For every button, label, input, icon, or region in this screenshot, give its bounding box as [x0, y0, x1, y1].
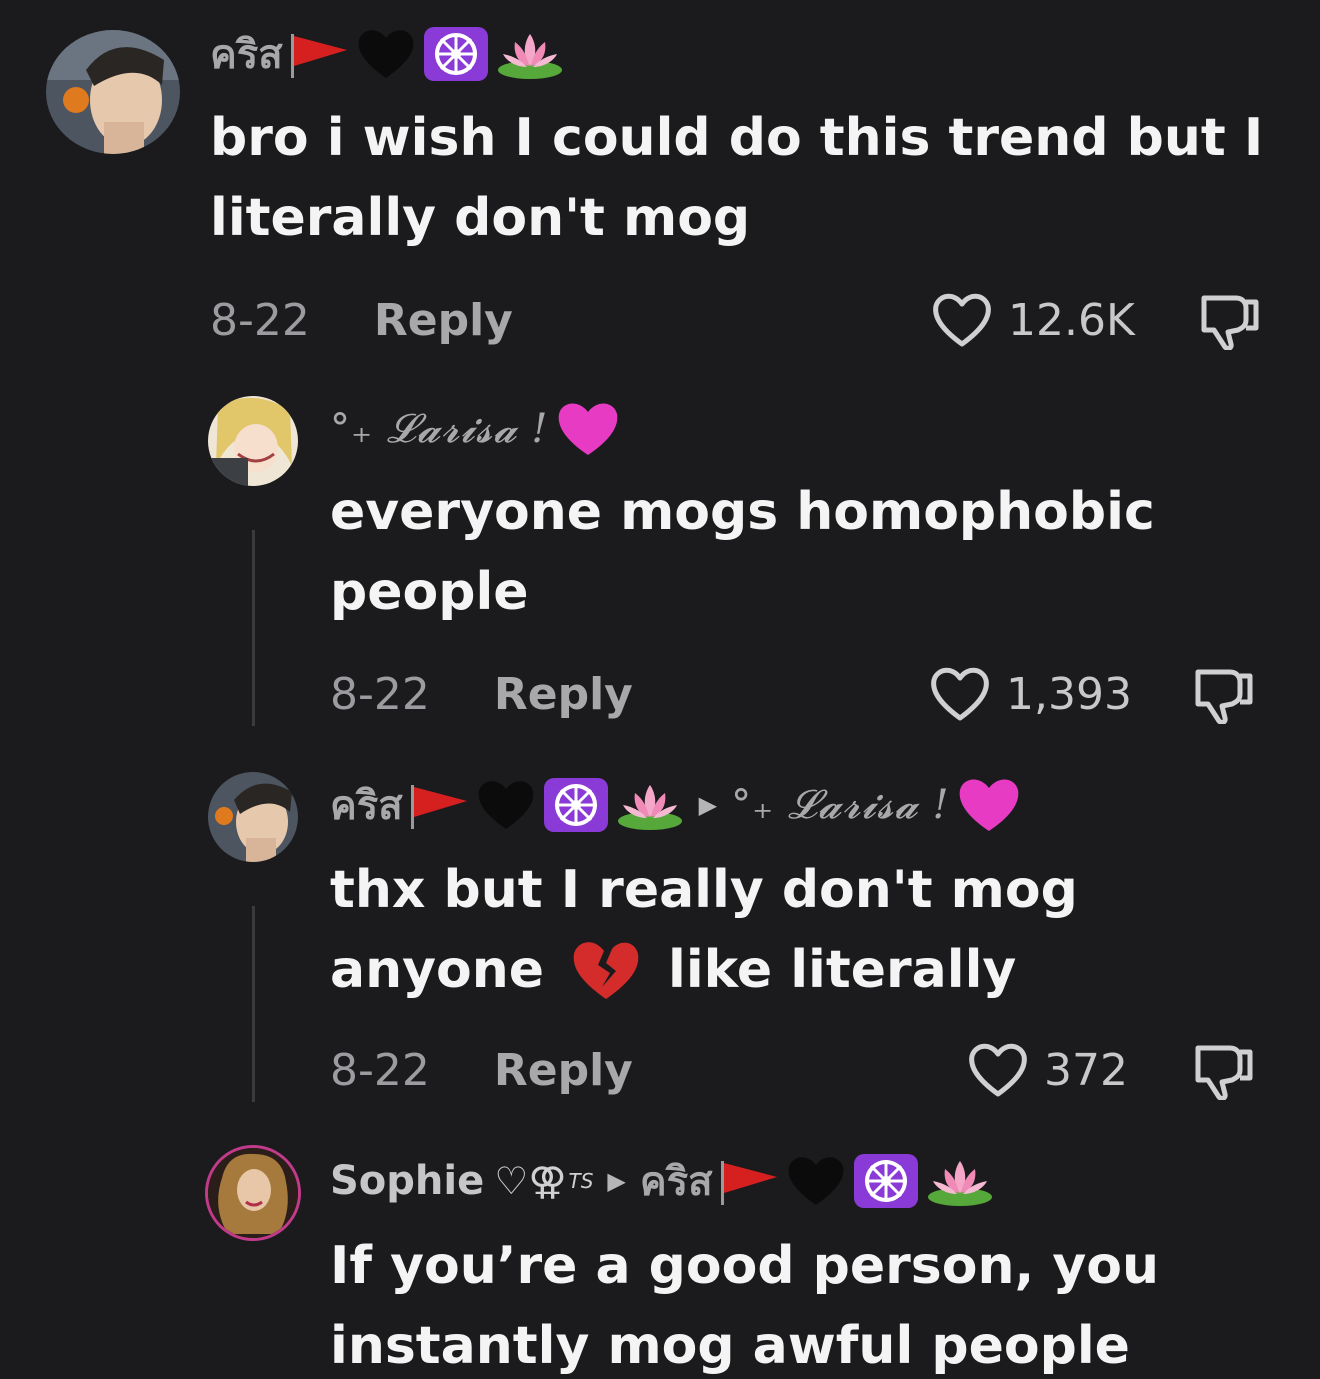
like-button[interactable]: 12.6K: [930, 288, 1135, 352]
comment-text-line: anyone like literally: [330, 930, 1078, 1010]
red-flag-icon: [720, 1161, 777, 1205]
comment-text-line: bro i wish I could do this trend but I: [210, 108, 1264, 168]
comment-3: คริส ▶ °₊ 𝓛𝓪𝓻𝓲𝓼𝓪 ! thx but I really don'…: [0, 760, 1320, 1140]
comment-author[interactable]: Sophie ♡⚢ TS ▶ คริส: [330, 1150, 995, 1212]
comment-text-line: literally don't mog: [210, 188, 751, 248]
comment-author[interactable]: คริส: [210, 26, 565, 82]
author-name: คริส: [330, 783, 403, 829]
heart-outline-icon: [931, 667, 989, 721]
broken-heart-icon: [573, 942, 639, 999]
comments-screen: คริส bro i wish I could do this trend bu…: [0, 0, 1320, 1379]
like-count: 372: [1044, 1044, 1128, 1096]
comment-text: everyone mogs homophobic people: [330, 472, 1155, 632]
dharma-wheel-icon: [853, 1154, 918, 1208]
comment-text: bro i wish I could do this trend but I l…: [210, 98, 1263, 258]
triangle-right-icon: ▶: [698, 791, 718, 819]
comment-text-line: thx but I really don't mog: [330, 860, 1078, 920]
comment-date: 8-22: [210, 294, 310, 346]
like-button[interactable]: 372: [966, 1038, 1128, 1102]
avatar[interactable]: [46, 30, 180, 154]
red-flag-icon: [410, 785, 467, 829]
author-superscript: TS: [568, 1169, 594, 1193]
black-heart-icon: [358, 30, 414, 79]
comment-text-segment: anyone: [330, 940, 545, 1000]
avatar[interactable]: [208, 772, 298, 862]
thumbs-down-icon[interactable]: [1192, 664, 1258, 724]
lotus-icon: [927, 1161, 992, 1206]
comment-text-line: instantly mog awful people: [330, 1316, 1130, 1376]
lotus-icon: [617, 785, 682, 830]
comment-text: If you’re a good person, you instantly m…: [330, 1226, 1159, 1379]
dharma-wheel-icon: [543, 778, 608, 832]
pink-heart-icon: [558, 403, 617, 455]
comment-text-line: people: [330, 562, 529, 622]
reply-to-name[interactable]: °₊ 𝓛𝓪𝓻𝓲𝓼𝓪 !: [731, 782, 950, 828]
comment-author[interactable]: คริส ▶ °₊ 𝓛𝓪𝓻𝓲𝓼𝓪 !: [330, 774, 1022, 836]
heart-outline-icon: [969, 1043, 1027, 1097]
heart-outline-icon: [933, 293, 991, 347]
comment-4: Sophie ♡⚢ TS ▶ คริส If you’re a good per…: [0, 1140, 1320, 1379]
thumbs-down-icon[interactable]: [1192, 1040, 1258, 1100]
reply-button[interactable]: Reply: [374, 295, 513, 346]
like-count: 1,393: [1006, 668, 1132, 720]
comment-meta: 8-22 Reply: [330, 664, 633, 724]
reply-button[interactable]: Reply: [494, 669, 633, 720]
comment-date: 8-22: [330, 668, 430, 720]
comment-text: thx but I really don't mog anyone like l…: [330, 850, 1078, 1010]
black-heart-icon: [788, 1157, 843, 1205]
avatar[interactable]: [208, 396, 298, 486]
comment-text-line: If you’re a good person, you: [330, 1236, 1160, 1296]
comment-text-segment: like literally: [668, 940, 1017, 1000]
author-emoji-group: [289, 26, 565, 82]
avatar[interactable]: [208, 1148, 298, 1238]
comment-text-line: everyone mogs homophobic: [330, 482, 1155, 542]
red-flag-icon: [290, 34, 347, 78]
author-name: °₊ 𝓛𝓪𝓻𝓲𝓼𝓪 !: [330, 406, 549, 452]
author-emoji-group: [719, 1153, 995, 1209]
like-button[interactable]: 1,393: [928, 662, 1132, 726]
author-name: คริส: [210, 32, 283, 78]
comment-1: คริส bro i wish I could do this trend bu…: [0, 0, 1320, 380]
comment-meta: 8-22 Reply: [210, 290, 513, 350]
reply-to-name[interactable]: คริส: [640, 1149, 713, 1213]
reply-button[interactable]: Reply: [494, 1045, 633, 1096]
author-emoji-group: [409, 777, 685, 833]
pink-heart-icon: [959, 779, 1018, 831]
triangle-right-icon: ▶: [607, 1167, 626, 1195]
thumbs-down-icon[interactable]: [1198, 290, 1264, 350]
black-heart-icon: [478, 781, 534, 829]
comment-date: 8-22: [330, 1044, 430, 1096]
comment-author[interactable]: °₊ 𝓛𝓪𝓻𝓲𝓼𝓪 !: [330, 398, 621, 460]
comment-2: °₊ 𝓛𝓪𝓻𝓲𝓼𝓪 ! everyone mogs homophobic peo…: [0, 380, 1320, 760]
author-symbols: ♡⚢: [494, 1159, 567, 1203]
author-name: Sophie: [330, 1158, 485, 1204]
dharma-wheel-icon: [423, 27, 488, 81]
comment-meta: 8-22 Reply: [330, 1040, 633, 1100]
lotus-icon: [497, 34, 562, 79]
like-count: 12.6K: [1008, 294, 1135, 346]
